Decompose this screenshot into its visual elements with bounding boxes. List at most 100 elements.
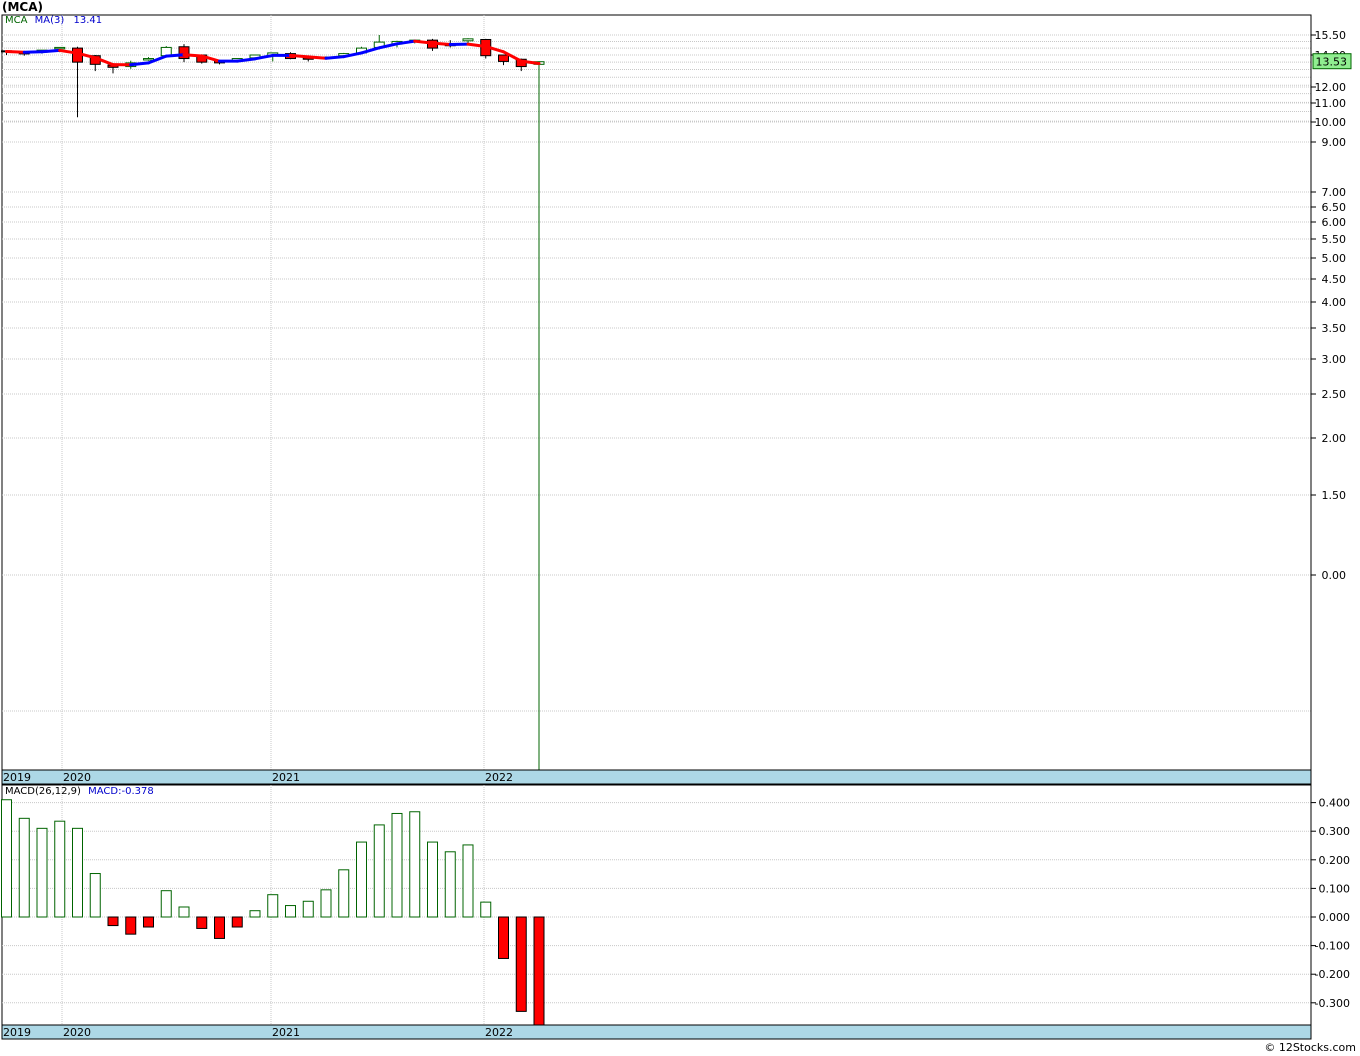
macd-bar bbox=[72, 827, 83, 918]
macd-bar bbox=[231, 916, 243, 928]
macd-bar bbox=[498, 916, 509, 959]
price-grid bbox=[1, 14, 1312, 771]
ma-segment bbox=[182, 53, 204, 58]
macd-y-axis: 0.400 0.300 0.200 0.100 0.000 -0.100 -0.200 -0.… bbox=[1310, 785, 1351, 1025]
price-tick-label: 4.00 bbox=[1322, 296, 1347, 309]
price-year-label: 2019 bbox=[3, 771, 31, 784]
price-tick-label: 9.00 bbox=[1322, 136, 1347, 149]
price-tick-label: 3.50 bbox=[1322, 322, 1347, 335]
macd-legend: MACD(26,12,9) MACD:-0.378 bbox=[5, 786, 154, 797]
macd-bar bbox=[214, 916, 225, 939]
price-tick-label: 11.00 bbox=[1315, 97, 1347, 110]
macd-bar bbox=[409, 811, 421, 918]
price-year-label: 2021 bbox=[272, 771, 300, 784]
ma-segment bbox=[289, 53, 310, 59]
macd-bar bbox=[178, 906, 190, 918]
macd-bar bbox=[533, 916, 545, 1026]
price-tick-label: 2.50 bbox=[1322, 388, 1347, 401]
macd-bar bbox=[391, 812, 403, 918]
ma-segment bbox=[413, 39, 434, 45]
ma-segment bbox=[431, 41, 452, 46]
ma-segment bbox=[129, 61, 150, 67]
price-band-bg bbox=[1, 769, 1312, 785]
price-tick-label: 15.50 bbox=[1315, 29, 1347, 42]
price-tick-label: 0.00 bbox=[1322, 569, 1347, 582]
macd-tick-label: -0.300 bbox=[1315, 997, 1350, 1010]
macd-year-label: 2021 bbox=[272, 1026, 300, 1039]
macd-bar bbox=[320, 889, 332, 918]
price-tick-label: 6.00 bbox=[1322, 216, 1347, 229]
candle-body bbox=[178, 46, 190, 60]
copyright-text: © 12Stocks.com bbox=[1264, 1041, 1356, 1054]
macd-bar bbox=[125, 916, 137, 935]
ma-segment bbox=[164, 53, 186, 58]
macd-grid bbox=[1, 784, 1312, 1026]
macd-bar bbox=[89, 873, 101, 918]
macd-band-bg bbox=[1, 1024, 1312, 1040]
macd-year-band: 2019 2020 2021 2022 bbox=[1, 1024, 1312, 1040]
macd-tick-label: 0.200 bbox=[1319, 854, 1351, 867]
price-tick-label: 6.50 bbox=[1322, 201, 1347, 214]
macd-bar bbox=[444, 851, 456, 918]
price-year-label: 2020 bbox=[63, 771, 91, 784]
macd-bar bbox=[285, 905, 296, 918]
macd-tick-label: -0.100 bbox=[1315, 940, 1350, 953]
macd-bar bbox=[107, 916, 119, 927]
macd-bar bbox=[480, 901, 492, 918]
macd-bar bbox=[196, 916, 208, 929]
candle-body bbox=[54, 46, 66, 50]
macd-bar bbox=[160, 890, 172, 918]
macd-year-label: 2022 bbox=[485, 1026, 513, 1039]
ma-segment bbox=[324, 55, 346, 60]
legend-ma-label: MA(3) bbox=[34, 15, 65, 26]
price-tick-label: 2.00 bbox=[1322, 432, 1347, 445]
price-tick-label: 4.50 bbox=[1322, 273, 1347, 286]
last-price-label: 13.53 bbox=[1316, 56, 1348, 69]
macd-legend-label: MACD(26,12,9) bbox=[5, 786, 81, 797]
candle-body bbox=[143, 58, 154, 61]
price-tick-label: 5.50 bbox=[1322, 233, 1347, 246]
price-tick-label: 10.00 bbox=[1315, 116, 1347, 129]
macd-bar bbox=[1, 799, 12, 918]
macd-tick-label: 0.300 bbox=[1319, 825, 1351, 838]
macd-bar bbox=[18, 817, 30, 918]
price-plot-frame bbox=[1, 14, 1312, 771]
price-year-label: 2022 bbox=[485, 771, 513, 784]
chart-canvas: 15.5014.0012.0011.0010.009.007.006.506.0… bbox=[1, 14, 1352, 1040]
ma-segment bbox=[306, 55, 328, 60]
macd-legend-value: MACD:-0.378 bbox=[88, 786, 154, 797]
macd-bar bbox=[36, 827, 48, 918]
macd-bar bbox=[143, 916, 154, 928]
legend-symbol: MCA bbox=[5, 15, 28, 26]
macd-year-label: 2020 bbox=[63, 1026, 91, 1039]
macd-bar bbox=[338, 869, 350, 918]
macd-bar bbox=[302, 900, 314, 918]
price-tick-label: 12.00 bbox=[1315, 81, 1347, 94]
macd-tick-label: -0.200 bbox=[1315, 968, 1350, 981]
macd-bar bbox=[462, 844, 474, 918]
macd-plot-frame bbox=[1, 784, 1312, 1026]
price-year-band: 2019 2020 2021 2022 bbox=[1, 769, 1312, 785]
ma-segment bbox=[5, 50, 26, 54]
macd-bar bbox=[427, 841, 438, 918]
chart-title: (MCA) bbox=[2, 0, 44, 14]
price-y-axis: 15.5014.0012.0011.0010.009.007.006.506.0… bbox=[1310, 15, 1352, 770]
macd-bar bbox=[267, 894, 279, 918]
candle-body bbox=[498, 54, 509, 62]
macd-tick-label: 0.000 bbox=[1319, 911, 1351, 924]
macd-tick-label: 0.100 bbox=[1319, 882, 1351, 895]
macd-bar bbox=[54, 820, 66, 918]
candle-body bbox=[462, 38, 474, 42]
price-tick-label: 7.00 bbox=[1322, 186, 1347, 199]
macd-year-label: 2019 bbox=[3, 1026, 31, 1039]
macd-bar bbox=[373, 824, 385, 918]
legend-ma-value: 13.41 bbox=[73, 15, 103, 26]
macd-tick-label: 0.400 bbox=[1319, 797, 1351, 810]
price-tick-label: 1.50 bbox=[1322, 489, 1347, 502]
macd-bar bbox=[356, 841, 367, 918]
price-tick-label: 3.00 bbox=[1322, 353, 1347, 366]
price-legend: MCA MA(3) 13.41 bbox=[5, 15, 102, 26]
macd-bar bbox=[515, 916, 527, 1012]
price-tick-label: 5.00 bbox=[1322, 252, 1347, 265]
ma-segment bbox=[40, 48, 62, 54]
